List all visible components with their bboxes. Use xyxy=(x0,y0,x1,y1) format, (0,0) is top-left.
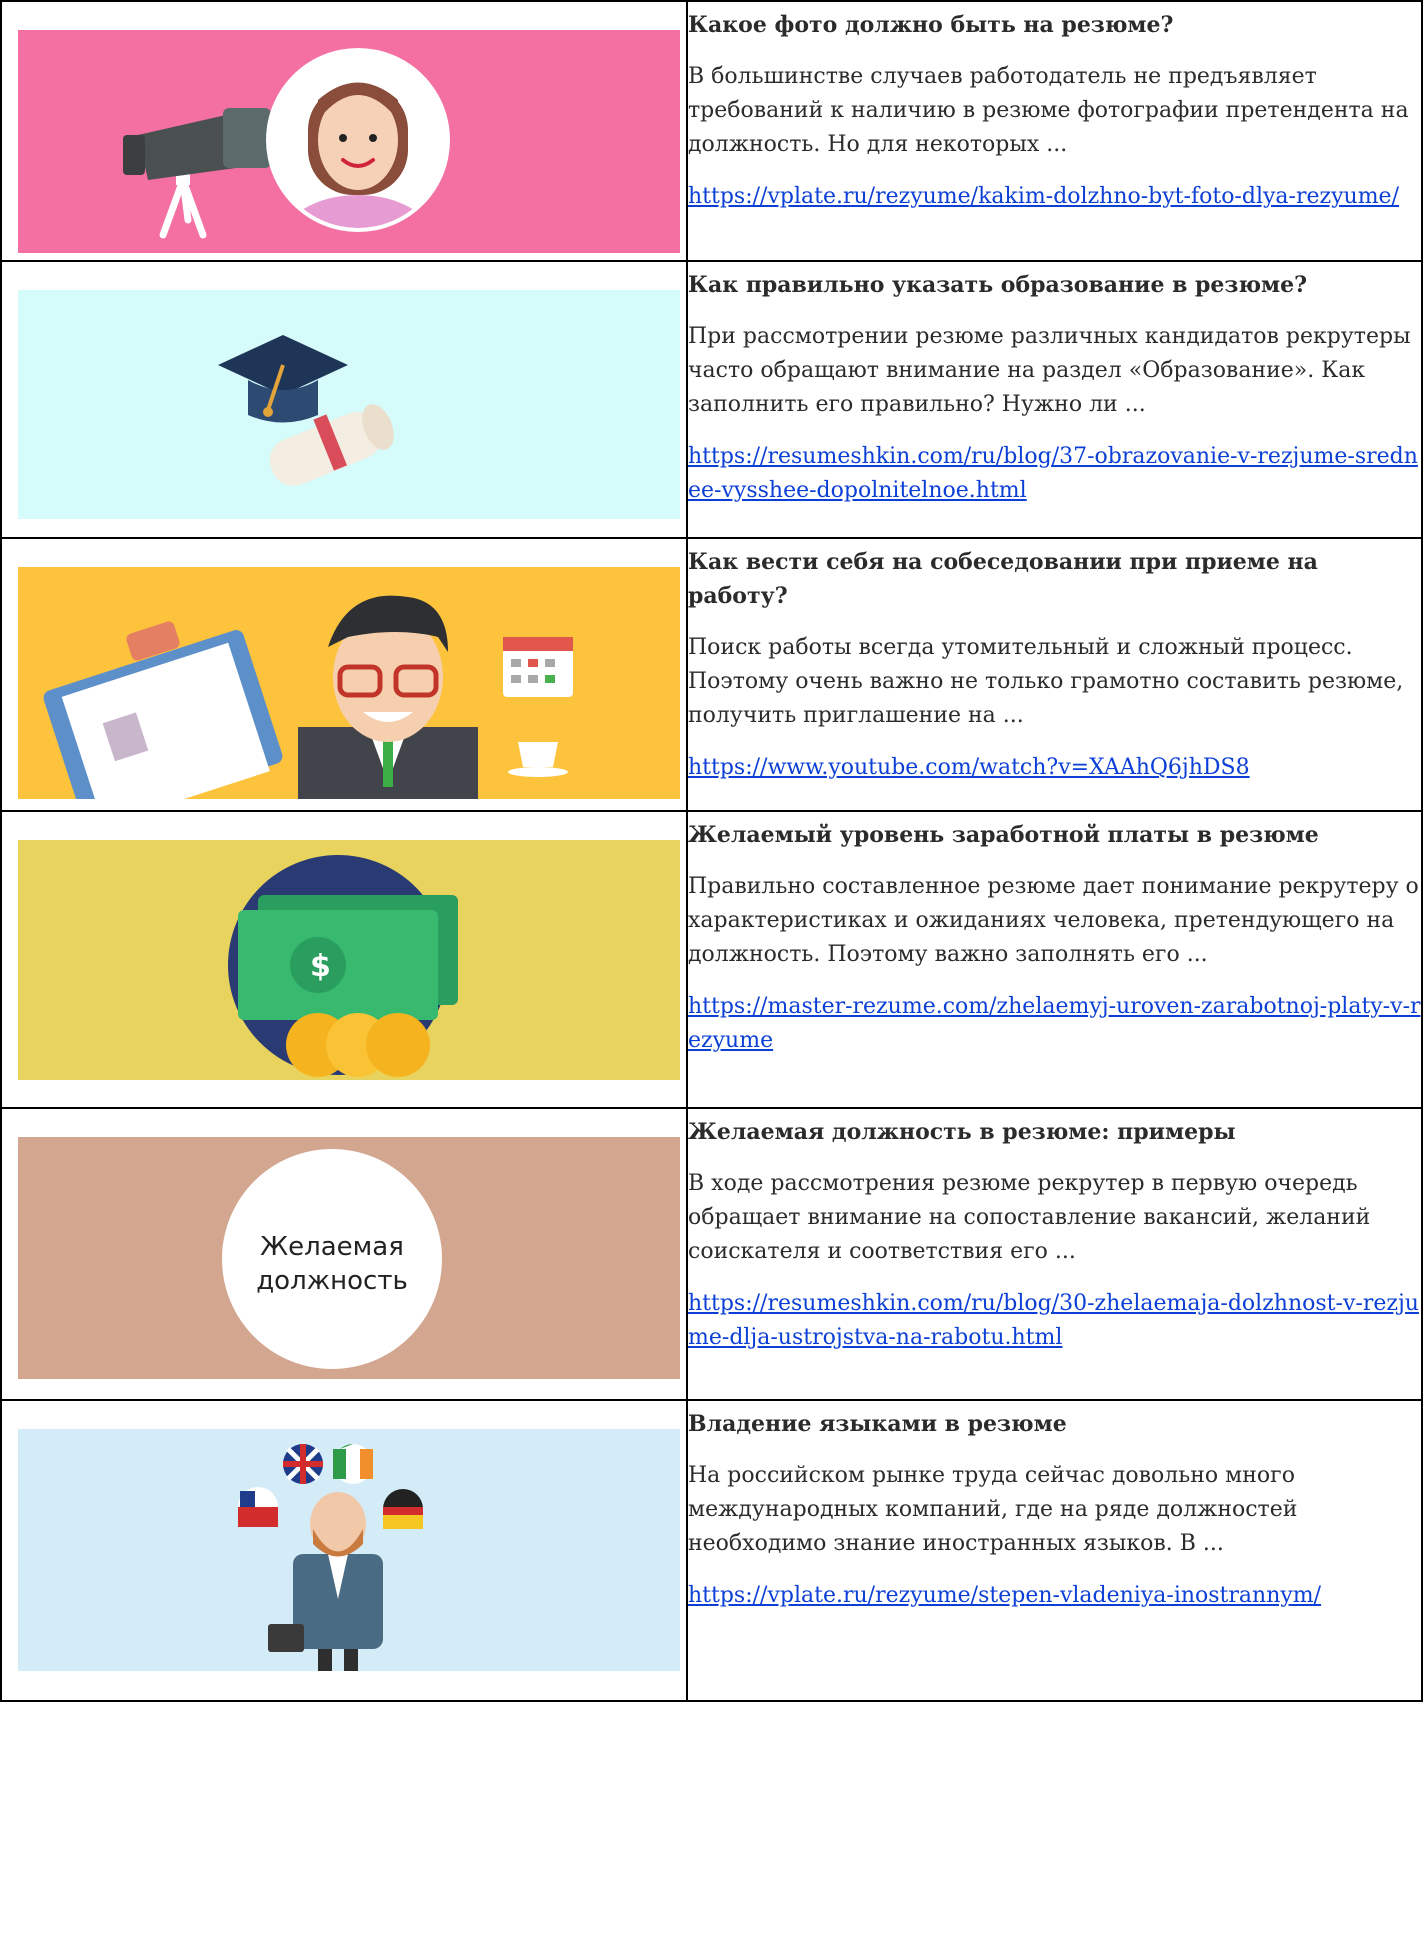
article-thumbnail-photo[interactable] xyxy=(18,30,680,253)
article-row: Желаемая должность Желаемая должность в … xyxy=(0,1107,1423,1401)
graduation-illustration xyxy=(18,290,680,519)
chile-flag-icon xyxy=(238,1487,278,1527)
article-row: $ Желаемый уровень заработной платы в ре… xyxy=(0,810,1423,1109)
article-row: Как правильно указать образование в резю… xyxy=(0,260,1423,539)
article-row: Владение языками в резюме На российском … xyxy=(0,1399,1423,1702)
svg-text:$: $ xyxy=(310,949,331,984)
article-link[interactable]: https://www.youtube.com/watch?v=XAAhQ6jh… xyxy=(688,751,1421,785)
article-image-cell xyxy=(0,260,688,539)
article-text-cell: Желаемая должность в резюме: примеры В х… xyxy=(686,1107,1423,1401)
uk-flag-icon xyxy=(283,1444,323,1484)
article-image-cell xyxy=(0,0,688,262)
salary-illustration: $ xyxy=(18,840,680,1080)
article-text-cell: Как правильно указать образование в резю… xyxy=(686,260,1423,539)
article-description: В большинстве случаев работодатель не пр… xyxy=(688,64,1409,157)
articles-table: Какое фото должно быть на резюме? В боль… xyxy=(0,0,1423,1702)
article-image-cell: Желаемая должность xyxy=(0,1107,688,1401)
image-caption-line-2: должность xyxy=(256,1266,408,1296)
interview-illustration xyxy=(18,567,680,799)
article-thumbnail-languages[interactable] xyxy=(18,1429,680,1671)
article-title: Желаемая должность в резюме: примеры xyxy=(688,1119,1236,1145)
calendar-icon xyxy=(503,637,573,697)
camera-portrait-illustration xyxy=(18,30,680,253)
desired-position-illustration: Желаемая должность xyxy=(18,1137,680,1379)
article-image-cell: $ xyxy=(0,810,688,1109)
article-title: Как правильно указать образование в резю… xyxy=(688,272,1308,298)
article-link[interactable]: https://vplate.ru/rezyume/stepen-vladeni… xyxy=(688,1579,1421,1613)
article-description: В ходе рассмотрения резюме рекрутер в пе… xyxy=(688,1171,1371,1264)
article-title: Какое фото должно быть на резюме? xyxy=(688,12,1174,38)
article-row: Какое фото должно быть на резюме? В боль… xyxy=(0,0,1423,262)
article-text-cell: Владение языками в резюме На российском … xyxy=(686,1399,1423,1702)
article-title: Желаемый уровень заработной платы в резю… xyxy=(688,822,1319,848)
article-link[interactable]: https://resumeshkin.com/ru/blog/37-obraz… xyxy=(688,440,1421,508)
article-link[interactable]: https://master-rezume.com/zhelaemyj-urov… xyxy=(688,990,1421,1058)
article-image-cell xyxy=(0,1399,688,1702)
languages-illustration xyxy=(18,1429,680,1671)
article-image-cell xyxy=(0,537,688,812)
germany-flag-icon xyxy=(383,1489,423,1529)
article-description: Поиск работы всегда утомительный и сложн… xyxy=(688,635,1404,728)
article-link[interactable]: https://resumeshkin.com/ru/blog/30-zhela… xyxy=(688,1287,1421,1355)
ireland-flag-icon xyxy=(333,1444,373,1484)
article-row: Как вести себя на собеседовании при прие… xyxy=(0,537,1423,812)
article-thumbnail-education[interactable] xyxy=(18,290,680,519)
article-thumbnail-position[interactable]: Желаемая должность xyxy=(18,1137,680,1379)
article-title: Как вести себя на собеседовании при прие… xyxy=(688,549,1318,609)
thumbnail-background xyxy=(18,290,680,519)
article-text-cell: Какое фото должно быть на резюме? В боль… xyxy=(686,0,1423,262)
article-text-cell: Желаемый уровень заработной платы в резю… xyxy=(686,810,1423,1109)
article-description: При рассмотрении резюме различных кандид… xyxy=(688,324,1411,417)
article-link[interactable]: https://vplate.ru/rezyume/kakim-dolzhno-… xyxy=(688,180,1421,214)
article-thumbnail-interview[interactable] xyxy=(18,567,680,799)
article-title: Владение языками в резюме xyxy=(688,1411,1067,1437)
image-caption-line-1: Желаемая xyxy=(260,1232,404,1262)
article-description: На российском рынке труда сейчас довольн… xyxy=(688,1463,1298,1556)
article-thumbnail-salary[interactable]: $ xyxy=(18,840,680,1080)
article-text-cell: Как вести себя на собеседовании при прие… xyxy=(686,537,1423,812)
article-description: Правильно составленное резюме дает поним… xyxy=(688,874,1419,967)
